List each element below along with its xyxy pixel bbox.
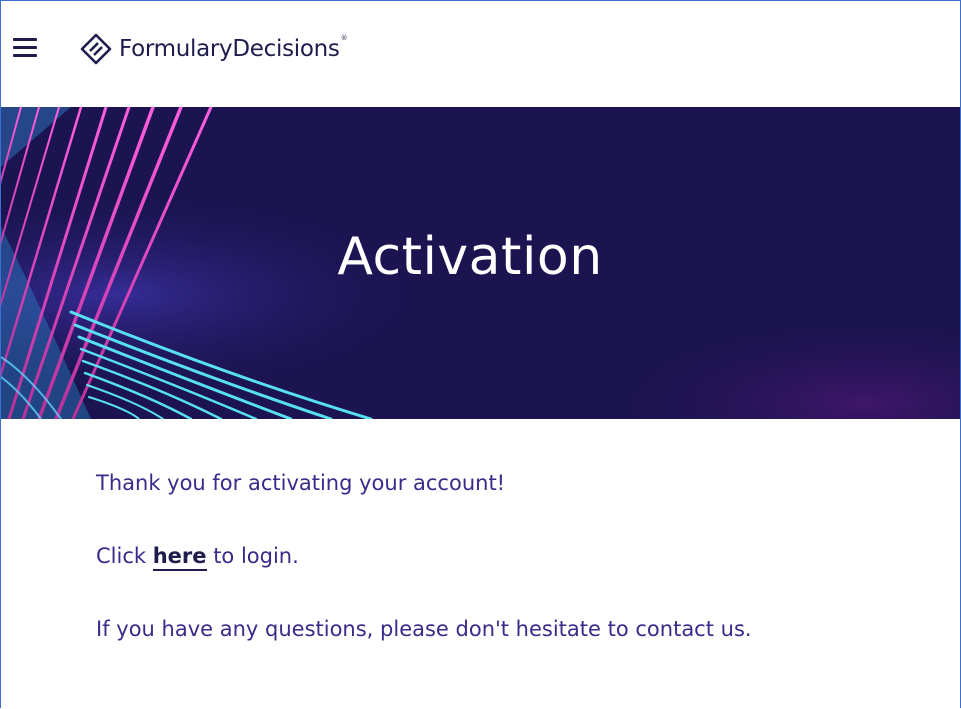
top-navigation-bar: FormularyDecisions®	[1, 1, 960, 107]
page-frame: FormularyDecisions® Activation Thank you…	[0, 0, 961, 708]
activation-confirmation-text: Thank you for activating your account!	[96, 471, 506, 495]
formulary-decisions-logo-icon	[80, 33, 112, 65]
main-content: Thank you for activating your account! C…	[96, 471, 752, 690]
page-title: Activation	[337, 227, 603, 287]
login-instruction: Click here to login.	[96, 544, 752, 617]
login-link[interactable]: here	[152, 544, 207, 571]
hero-banner: Activation	[1, 107, 960, 419]
hamburger-menu-icon[interactable]	[13, 38, 37, 58]
logo[interactable]: FormularyDecisions®	[79, 31, 348, 67]
brand-name: FormularyDecisions®	[119, 34, 348, 62]
contact-text: If you have any questions, please don't …	[96, 617, 752, 641]
